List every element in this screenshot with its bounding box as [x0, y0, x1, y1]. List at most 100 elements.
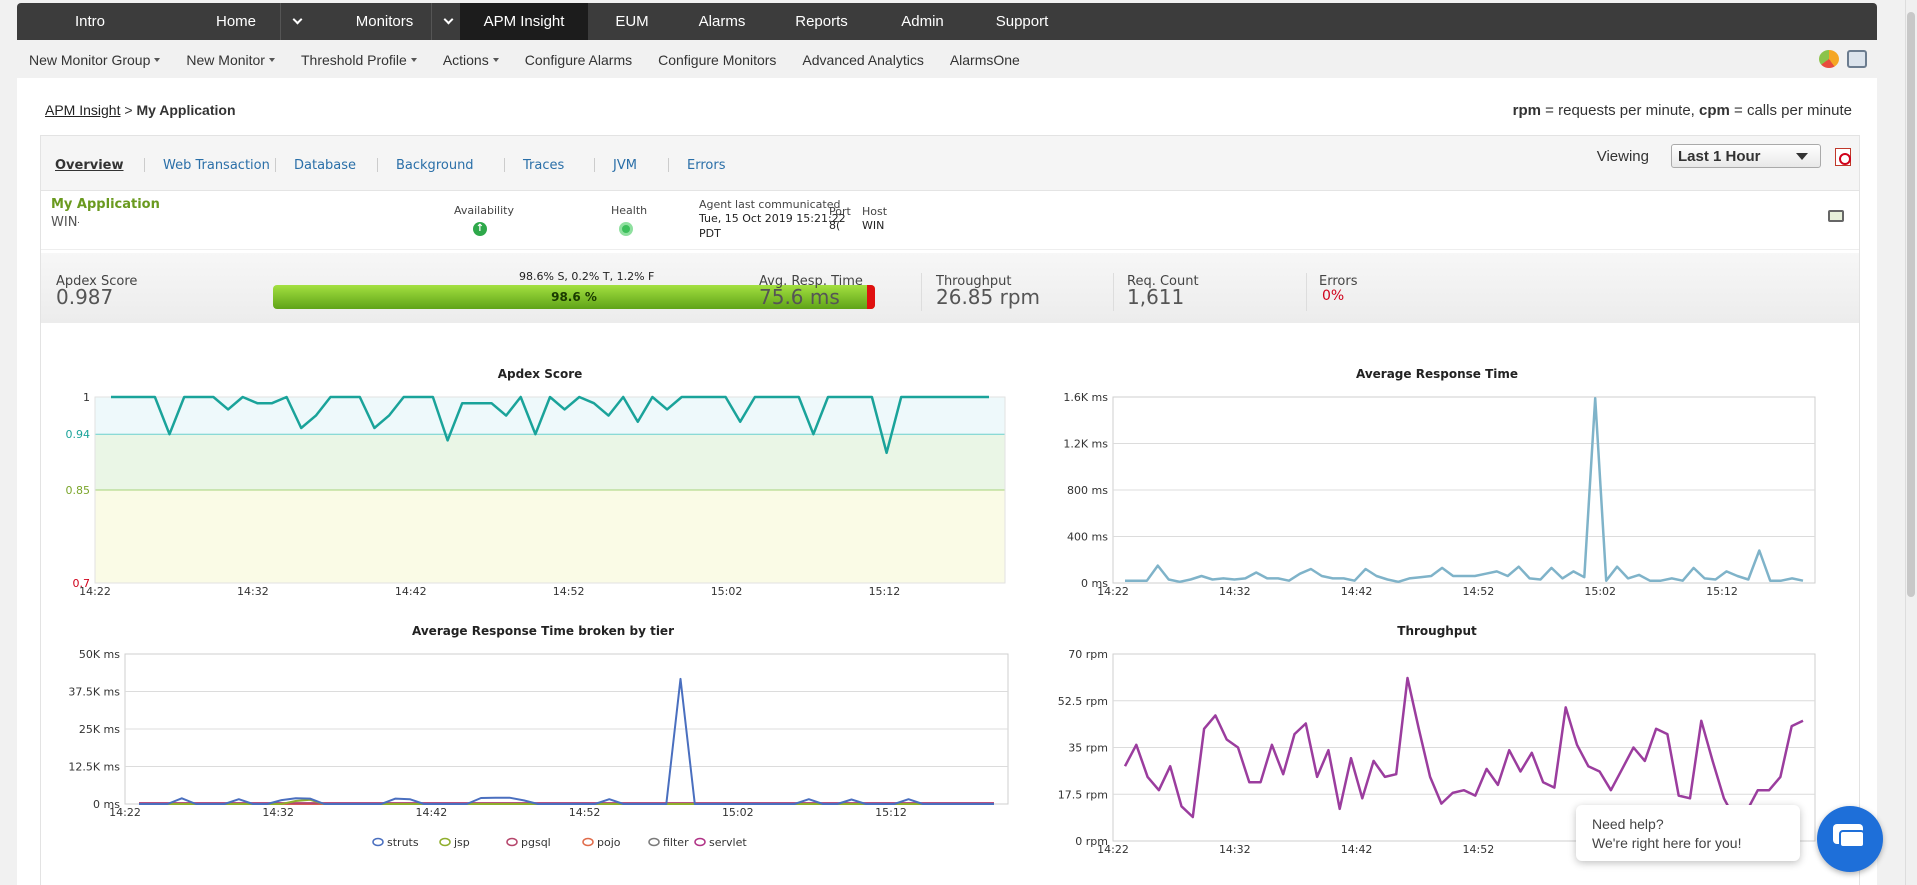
application-name: My Application: [51, 197, 160, 212]
nav-support[interactable]: Support: [970, 3, 1074, 40]
req-count-value: 1,611: [1127, 285, 1185, 309]
chevron-down-icon[interactable]: [292, 14, 303, 25]
nav-label: EUM: [615, 13, 649, 30]
health-label: Health: [611, 204, 648, 217]
application-info-bar: My Application WIN- Availability ↑ Healt…: [41, 192, 1859, 250]
nav-intro[interactable]: Intro: [17, 3, 163, 40]
dropdown-arrow-icon: [1796, 153, 1808, 160]
nav-reports[interactable]: Reports: [768, 3, 875, 40]
tab-web-transaction[interactable]: Web Transaction: [163, 158, 270, 173]
breadcrumb: APM Insight > My Application: [45, 102, 236, 118]
breadcrumb-separator: >: [124, 102, 133, 118]
kpi-divider: [1306, 273, 1307, 311]
nav-apm-insight[interactable]: APM Insight: [460, 3, 588, 40]
tab-divider: [377, 158, 378, 172]
nav-label: Support: [995, 13, 1049, 30]
nav-home[interactable]: Home: [163, 3, 309, 40]
availability-up-icon: ↑: [473, 222, 487, 236]
subnav-advanced-analytics[interactable]: Advanced Analytics: [802, 52, 923, 68]
throughput-value: 26.85 rpm: [936, 285, 1041, 309]
subnav-actions[interactable]: Actions: [443, 52, 499, 68]
tab-database[interactable]: Database: [294, 158, 356, 173]
tab-jvm[interactable]: JVM: [613, 158, 637, 173]
subnav-new-monitor-group[interactable]: New Monitor Group: [29, 52, 161, 68]
breadcrumb-apm-insight-link[interactable]: APM Insight: [45, 102, 120, 118]
subnav-alarmsone[interactable]: AlarmsOne: [950, 52, 1020, 68]
nav-label: Reports: [795, 13, 848, 30]
chat-button[interactable]: [1817, 806, 1883, 872]
tab-divider: [275, 158, 276, 172]
host-value: WIN: [862, 219, 885, 232]
tab-traces[interactable]: Traces: [523, 158, 564, 173]
subnav-label: Advanced Analytics: [802, 52, 924, 68]
top-navigation: Intro Home Monitors APM Insight EUM Alarms Rep…: [17, 3, 1877, 40]
tab-errors[interactable]: Errors: [687, 158, 725, 173]
subnav-threshold-profile[interactable]: Threshold Profile: [301, 52, 417, 68]
application-host: WIN-: [51, 215, 83, 230]
agent-communicated-tz: PDT: [699, 227, 721, 240]
nav-label: Home: [215, 13, 256, 30]
time-range-select[interactable]: Last 1 Hour: [1671, 144, 1821, 168]
nav-eum[interactable]: EUM: [588, 3, 676, 40]
nav-label: Intro: [74, 13, 105, 30]
time-range-value: Last 1 Hour: [1678, 148, 1761, 165]
kpi-bar: Apdex Score 0.987 98.6% S, 0.2% T, 1.2% …: [41, 253, 1859, 323]
cpm-desc: = calls per minute: [1729, 102, 1852, 119]
subnav-label: New Monitor Group: [29, 52, 151, 68]
availability-label: Availability: [454, 204, 514, 217]
chat-help-bubble[interactable]: Need help? We're right here for you!: [1576, 805, 1800, 861]
errors-value: 0%: [1322, 288, 1345, 304]
chevron-down-icon[interactable]: [443, 14, 454, 25]
kpi-divider: [1113, 273, 1114, 311]
subnav-label: Configure Monitors: [658, 52, 777, 68]
caret-down-icon: [268, 58, 275, 62]
port-label: Port: [829, 205, 851, 218]
monitor-config-icon[interactable]: [1828, 210, 1844, 222]
nav-label: Alarms: [698, 13, 746, 30]
subnav-label: Actions: [442, 52, 489, 68]
tab-divider: [504, 158, 505, 172]
chat-line-1: Need help?: [1592, 816, 1664, 832]
tab-background[interactable]: Background: [396, 158, 474, 173]
agent-communicated-time: Tue, 15 Oct 2019 15:21:22: [699, 212, 846, 225]
rpm-desc: = requests per minute,: [1541, 102, 1700, 119]
cpm-term: cpm: [1699, 102, 1730, 119]
health-status-icon: [619, 222, 633, 236]
pie-chart-icon[interactable]: [1819, 50, 1839, 68]
subnav-label: Threshold Profile: [300, 52, 407, 68]
redacted-area: [884, 218, 1039, 234]
subnav-configure-monitors[interactable]: Configure Monitors: [658, 52, 776, 68]
main-content: APM Insight > My Application rpm = reque…: [17, 78, 1877, 885]
scrollbar-thumb[interactable]: [1907, 12, 1915, 597]
apdex-split: 98.6% S, 0.2% T, 1.2% F: [519, 270, 655, 283]
page-scrollbar[interactable]: [1905, 0, 1917, 885]
viewing-label: Viewing: [1596, 148, 1649, 165]
tab-divider: [594, 158, 595, 172]
nav-label: Monitors: [355, 13, 414, 30]
subnav-configure-alarms[interactable]: Configure Alarms: [525, 52, 632, 68]
nav-monitors[interactable]: Monitors: [309, 3, 460, 40]
print-icon[interactable]: [1847, 50, 1867, 68]
errors-label: Errors: [1319, 274, 1358, 289]
application-panel: Viewing Last 1 Hour Overview Web Transact…: [40, 135, 1860, 885]
nav-alarms[interactable]: Alarms: [676, 3, 768, 40]
nav-label: Admin: [901, 13, 944, 30]
nav-label: APM Insight: [483, 13, 565, 30]
tab-overview[interactable]: Overview: [55, 158, 124, 173]
kpi-divider: [921, 273, 922, 311]
subnav-label: AlarmsOne: [949, 52, 1020, 68]
agent-communicated-label: Agent last communicated: [699, 198, 841, 211]
pdf-export-icon[interactable]: [1835, 148, 1851, 166]
chat-icon-2: [1839, 830, 1865, 848]
subnav-label: Configure Alarms: [524, 52, 633, 68]
redacted-area: [79, 214, 249, 244]
nav-divider: [280, 3, 281, 40]
nav-admin[interactable]: Admin: [875, 3, 970, 40]
units-legend-note: rpm = requests per minute, cpm = calls p…: [1513, 102, 1852, 119]
subnav-new-monitor[interactable]: New Monitor: [186, 52, 275, 68]
tab-divider: [144, 158, 145, 172]
port-value: 8(: [829, 219, 841, 232]
tab-divider: [668, 158, 669, 172]
apdex-value: 0.987: [56, 285, 114, 309]
sub-navigation: New Monitor Group New Monitor Threshold Pr…: [17, 44, 1877, 76]
